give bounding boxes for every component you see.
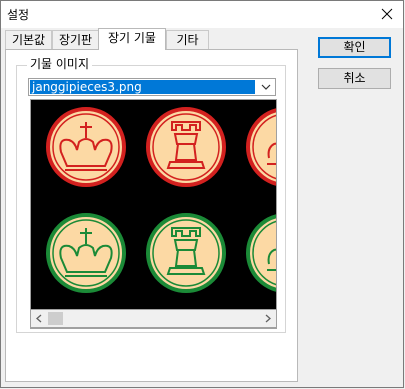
cancel-button[interactable]: 취소 — [318, 68, 391, 89]
tab-pieces[interactable]: 장기 기물 — [98, 28, 166, 50]
window-title: 설정 — [7, 8, 30, 22]
tab-board[interactable]: 장기판 — [52, 30, 99, 49]
green-rook-icon — [146, 213, 226, 293]
scroll-left-button[interactable] — [31, 310, 48, 327]
tab-defaults[interactable]: 기본값 — [5, 30, 52, 49]
red-rook-icon — [146, 107, 226, 187]
chevron-left-icon — [36, 314, 42, 323]
tab-etc[interactable]: 기타 — [166, 30, 209, 49]
green-king-icon — [46, 213, 126, 293]
chevron-right-icon — [265, 314, 271, 323]
close-icon — [381, 8, 393, 20]
scroll-thumb[interactable] — [48, 312, 63, 325]
red-king-icon — [46, 107, 126, 187]
piece-image-group-label: 기물 이미지 — [27, 57, 93, 71]
close-button[interactable] — [377, 4, 397, 24]
piece-preview-canvas — [31, 100, 276, 328]
ok-button[interactable]: 확인 — [318, 37, 391, 58]
preview-horizontal-scrollbar[interactable] — [30, 309, 277, 328]
piece-image-select-value: janggipieces3.png — [30, 80, 255, 94]
chevron-down-icon[interactable] — [259, 81, 273, 93]
scroll-right-button[interactable] — [259, 310, 276, 327]
piece-image-select[interactable]: janggipieces3.png — [28, 78, 276, 96]
title-bar: 설정 — [1, 1, 403, 28]
piece-image-preview — [30, 99, 277, 329]
settings-dialog: 설정 기본값 장기판 장기 기물 기타 기물 이미지 janggipieces3… — [0, 0, 404, 388]
